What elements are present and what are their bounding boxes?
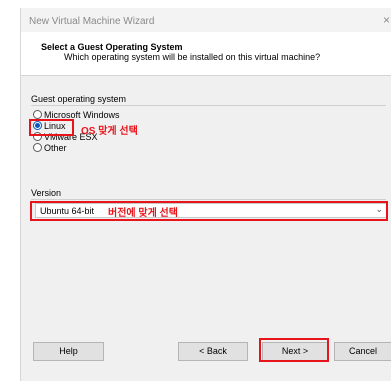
window-title: New Virtual Machine Wizard [29, 16, 155, 27]
os-annotation: OS 맞게 선택 [81, 126, 138, 137]
next-highlight-box [259, 338, 329, 362]
back-button[interactable]: < Back [178, 342, 248, 361]
wizard-window: New Virtual Machine Wizard × Select a Gu… [20, 8, 391, 381]
page-subtitle: Which operating system will be installed… [64, 52, 321, 62]
version-annotation: 버전에 맞게 선택 [108, 208, 178, 219]
divider [31, 199, 386, 200]
version-label: Version [31, 188, 62, 198]
guest-os-group-label: Guest operating system [31, 94, 127, 104]
radio-button[interactable] [33, 110, 42, 119]
title-bar: New Virtual Machine Wizard × [21, 8, 391, 32]
page-title: Select a Guest Operating System [41, 42, 183, 52]
radio-label: Other [44, 143, 67, 153]
close-icon[interactable]: × [383, 13, 390, 27]
radio-button[interactable] [33, 143, 42, 152]
linux-highlight-box [29, 119, 74, 136]
cancel-button[interactable]: Cancel [334, 342, 391, 361]
help-button[interactable]: Help [33, 342, 104, 361]
divider [31, 105, 386, 106]
wizard-header: Select a Guest Operating System Which op… [21, 32, 391, 76]
version-highlight-box [30, 201, 388, 221]
